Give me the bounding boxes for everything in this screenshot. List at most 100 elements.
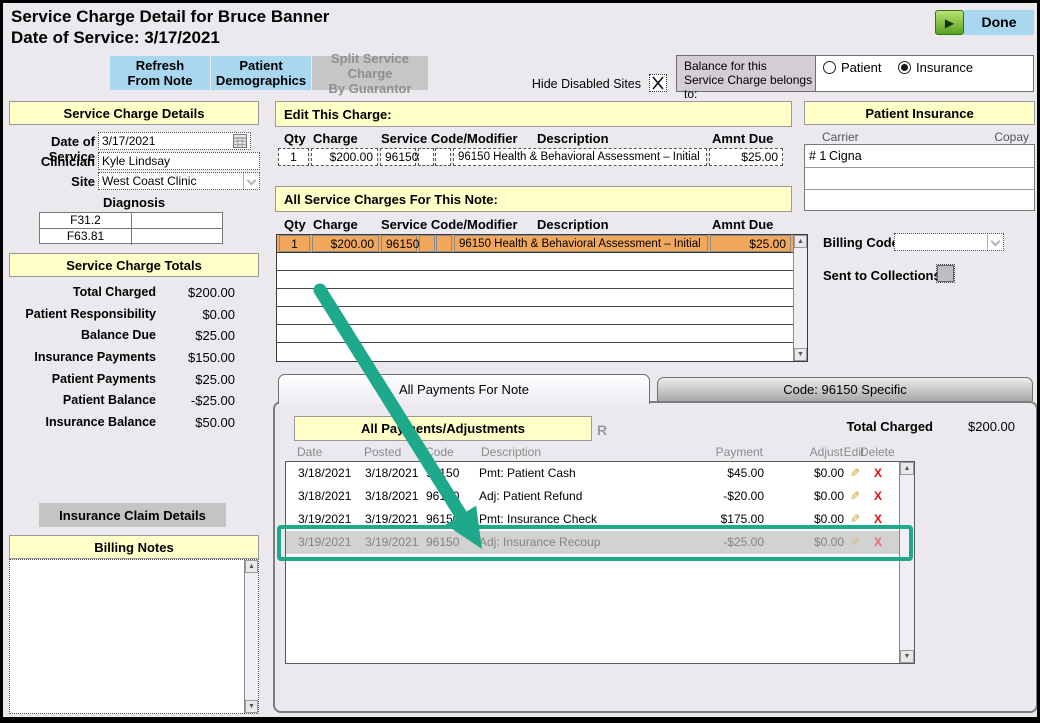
site-dropdown[interactable]: West Coast Clinic: [98, 172, 260, 190]
empty-charge-row[interactable]: [277, 325, 793, 343]
run-button[interactable]: ▶: [935, 10, 964, 35]
copay-column-label: Copay: [994, 130, 1029, 144]
billing-notes-scrollbar[interactable]: ▲ ▼: [244, 560, 258, 713]
date-of-service-title: Date of Service: 3/17/2021: [11, 28, 220, 48]
qty-input[interactable]: 1: [278, 148, 309, 166]
payment-row[interactable]: 3/18/2021 3/18/2021 96150 Pmt: Patient C…: [286, 462, 899, 486]
play-icon: ▶: [945, 16, 954, 30]
diagnosis-code-empty[interactable]: [132, 213, 223, 229]
edit-this-charge-header: Edit This Charge:: [275, 101, 792, 127]
insurance-row-empty[interactable]: [805, 168, 1034, 190]
clinician-input[interactable]: Kyle Lindsay: [98, 152, 260, 170]
balance-label-line1: Balance for this: [684, 59, 815, 73]
payment-row-empty[interactable]: [286, 623, 899, 647]
payment-row-empty[interactable]: [286, 554, 899, 578]
radio-insurance[interactable]: [898, 61, 911, 74]
page-title: Service Charge Detail for Bruce Banner: [11, 7, 329, 27]
hide-disabled-sites-label: Hide Disabled Sites: [523, 77, 641, 91]
sent-to-collections-checkbox[interactable]: [937, 265, 954, 282]
edit-charge-row: 1 $200.00 96150 96150 Health & Behaviora…: [276, 148, 793, 166]
total-row-value: $150.00: [161, 350, 235, 365]
scroll-up-icon[interactable]: ▲: [245, 560, 258, 573]
amnt-due-input[interactable]: $25.00: [709, 148, 783, 166]
insurance-row-empty[interactable]: [805, 190, 1034, 211]
tab-code-specific[interactable]: Code: 96150 Specific: [657, 377, 1033, 401]
refresh-from-note-button[interactable]: Refresh From Note: [110, 56, 210, 90]
totals-list: Total Charged$200.00 Patient Responsibil…: [9, 285, 259, 437]
total-row-label: Insurance Balance: [9, 415, 156, 429]
total-row-value: $0.00: [161, 307, 235, 322]
chevron-down-icon: [987, 234, 1003, 250]
billing-notes-textarea[interactable]: [9, 559, 259, 714]
hide-disabled-sites-checkbox[interactable]: [649, 74, 667, 92]
scroll-up-icon[interactable]: ▲: [794, 235, 807, 248]
payments-total-charged-value: $200.00: [951, 419, 1015, 434]
edit-icon[interactable]: ✎: [846, 489, 864, 503]
scroll-up-icon[interactable]: ▲: [900, 462, 914, 475]
empty-charge-row[interactable]: [277, 343, 793, 360]
radio-patient-label: Patient: [841, 60, 881, 75]
service-code-input[interactable]: 96150: [380, 148, 416, 166]
edit-icon[interactable]: ✎: [846, 466, 864, 480]
total-row-value: $25.00: [161, 372, 235, 387]
total-row-value: -$25.00: [161, 393, 235, 408]
patient-demographics-button[interactable]: Patient Demographics: [211, 56, 311, 90]
all-service-charges-header: All Service Charges For This Note:: [275, 186, 792, 212]
all-charges-table: 1 $200.00 96150 96150 Health & Behaviora…: [276, 234, 808, 362]
checked-x-icon: [651, 76, 665, 90]
description-field[interactable]: 96150 Health & Behavioral Assessment – I…: [453, 148, 707, 166]
payments-scrollbar[interactable]: ▲ ▼: [899, 462, 914, 663]
charge-input[interactable]: $200.00: [311, 148, 378, 166]
total-row-label: Patient Payments: [9, 372, 156, 386]
insurance-claim-details-button[interactable]: Insurance Claim Details: [39, 503, 226, 527]
diagnosis-code[interactable]: F31.2: [40, 213, 132, 229]
scroll-down-icon[interactable]: ▼: [245, 700, 258, 713]
balance-belongs-to-group: Balance for this Service Charge belongs …: [676, 55, 1034, 92]
balance-label-line2: Service Charge belongs to:: [684, 73, 815, 101]
modifier2-input[interactable]: [435, 148, 451, 166]
scroll-down-icon[interactable]: ▼: [794, 348, 807, 361]
delete-icon[interactable]: X: [869, 466, 887, 480]
all-charges-scrollbar[interactable]: ▲ ▼: [793, 235, 807, 361]
empty-charge-row[interactable]: [277, 289, 793, 307]
insurance-row[interactable]: # 1 Cigna: [805, 145, 1034, 168]
insurance-list: # 1 Cigna: [804, 144, 1035, 211]
delete-icon[interactable]: X: [869, 489, 887, 503]
insurance-rank: # 1: [809, 149, 826, 163]
done-button[interactable]: Done: [964, 10, 1034, 35]
payment-row-empty[interactable]: [286, 600, 899, 624]
payment-row-empty[interactable]: [286, 646, 899, 663]
billing-code-label: Billing Code: [823, 235, 899, 250]
empty-charge-row[interactable]: [277, 307, 793, 325]
payment-row-highlighted[interactable]: 3/19/2021 3/19/2021 96150 Adj: Insurance…: [286, 531, 899, 555]
tab-all-payments[interactable]: All Payments For Note: [278, 374, 650, 404]
date-of-service-input[interactable]: 3/17/2021: [98, 132, 251, 150]
calendar-icon[interactable]: [233, 134, 247, 148]
payment-row[interactable]: 3/19/2021 3/19/2021 96150 Pmt: Insurance…: [286, 508, 899, 532]
split-service-charge-button[interactable]: Split Service Charge By Guarantor: [312, 56, 428, 90]
total-row-value: $50.00: [161, 415, 235, 430]
total-row-label: Patient Responsibility: [9, 307, 156, 321]
scroll-down-icon[interactable]: ▼: [900, 650, 914, 663]
radio-patient[interactable]: [823, 61, 836, 74]
total-row-label: Patient Balance: [9, 393, 156, 407]
modifier1-input[interactable]: [418, 148, 434, 166]
total-row-label: Insurance Payments: [9, 350, 156, 364]
delete-icon[interactable]: X: [869, 535, 887, 549]
service-charge-row-selected[interactable]: 1 $200.00 96150 96150 Health & Behaviora…: [277, 235, 793, 253]
delete-icon[interactable]: X: [869, 512, 887, 526]
service-charge-totals-header: Service Charge Totals: [9, 253, 259, 277]
empty-charge-row[interactable]: [277, 271, 793, 289]
radio-insurance-label: Insurance: [916, 60, 973, 75]
billing-code-dropdown[interactable]: [894, 233, 1004, 251]
edit-icon[interactable]: ✎: [846, 535, 864, 549]
edit-icon[interactable]: ✎: [846, 512, 864, 526]
diagnosis-code[interactable]: F63.81: [40, 229, 132, 245]
payments-total-charged-label: Total Charged: [833, 419, 933, 434]
patient-insurance-header: Patient Insurance: [804, 101, 1035, 125]
all-charges-column-headers: Qty Charge Service Code/Modifier Descrip…: [276, 217, 793, 232]
payment-row[interactable]: 3/18/2021 3/18/2021 96150 Adj: Patient R…: [286, 485, 899, 509]
empty-charge-row[interactable]: [277, 253, 793, 271]
chevron-down-icon: [243, 173, 259, 189]
payment-row-empty[interactable]: [286, 577, 899, 601]
